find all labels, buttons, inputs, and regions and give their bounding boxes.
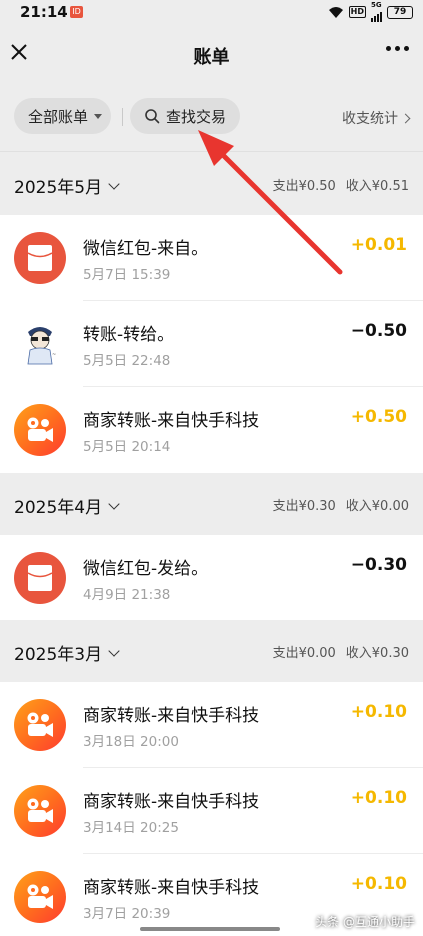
month-section-header[interactable]: 2025年4月 支出¥0.30 收入¥0.00	[0, 473, 423, 535]
caret-down-icon	[94, 113, 103, 119]
all-bills-filter-button[interactable]: 全部账单	[14, 98, 111, 134]
transaction-title: 转账-转给。	[83, 325, 175, 345]
month-section-header[interactable]: 2025年5月 支出¥0.50 收入¥0.51	[0, 153, 423, 215]
filter-bar: 全部账单 查找交易 收支统计	[0, 84, 423, 152]
transaction-time: 5月5日 20:14	[83, 439, 171, 455]
transaction-amount: +0.01	[350, 235, 407, 255]
notification-badge-icon: ID	[70, 6, 83, 18]
transaction-amount: −0.50	[350, 321, 407, 341]
chevron-right-icon	[400, 113, 411, 123]
chevron-down-icon	[108, 497, 120, 510]
transaction-row[interactable]: 商家转账-来自快手科技 5月5日 20:14 +0.50	[0, 387, 423, 473]
transaction-title: 商家转账-来自快手科技	[83, 878, 260, 898]
transaction-row[interactable]: ~ 转账-转给。 5月5日 22:48 −0.50	[0, 301, 423, 387]
search-label: 查找交易	[166, 107, 227, 126]
transaction-title: 商家转账-来自快手科技	[83, 411, 260, 431]
kuaishou-logo-icon	[14, 785, 66, 837]
kuaishou-logo-icon	[14, 404, 66, 456]
network-type-label: 5G	[371, 1, 382, 9]
month-income: 收入¥0.30	[345, 646, 409, 661]
kuaishou-logo-icon	[14, 871, 66, 923]
status-time: 21:14	[20, 3, 68, 21]
transaction-amount: +0.10	[350, 702, 407, 722]
transaction-amount: +0.50	[350, 407, 407, 427]
transaction-time: 5月7日 15:39	[83, 267, 171, 283]
battery-icon: 79	[387, 5, 413, 19]
month-totals: 支出¥0.00 收入¥0.30	[273, 642, 409, 661]
transaction-title: 微信红包-来自。	[83, 239, 209, 259]
user-avatar: ~	[14, 318, 66, 370]
wifi-icon	[328, 7, 343, 18]
transaction-title: 商家转账-来自快手科技	[83, 792, 260, 812]
transaction-row[interactable]: 微信红包-来自。 5月7日 15:39 +0.01	[0, 215, 423, 301]
transaction-title: 商家转账-来自快手科技	[83, 706, 260, 726]
transaction-row[interactable]: 微信红包-发给。 4月9日 21:38 −0.30	[0, 535, 423, 621]
svg-text:~: ~	[52, 352, 56, 358]
chevron-down-icon	[108, 644, 120, 657]
transaction-amount: +0.10	[350, 788, 407, 808]
transaction-time: 3月7日 20:39	[83, 906, 171, 922]
transaction-amount: −0.30	[350, 555, 407, 575]
home-indicator[interactable]	[140, 927, 280, 931]
filter-divider	[122, 108, 123, 126]
transaction-title: 微信红包-发给。	[83, 559, 209, 579]
month-expense: 支出¥0.50	[272, 179, 336, 194]
income-expense-stats-link[interactable]: 收支统计	[342, 108, 411, 128]
month-expense: 支出¥0.30	[272, 499, 336, 514]
transaction-time: 3月14日 20:25	[83, 820, 179, 836]
red-envelope-icon	[14, 232, 66, 284]
month-label: 2025年5月	[14, 178, 103, 198]
nav-bar: 账单	[0, 26, 423, 84]
transaction-time: 5月5日 22:48	[83, 353, 171, 369]
transaction-row[interactable]: 商家转账-来自快手科技 3月14日 20:25 +0.10	[0, 768, 423, 854]
watermark: 头条 @互通小助手	[315, 915, 415, 929]
transaction-row[interactable]: 商家转账-来自快手科技 3月18日 20:00 +0.10	[0, 682, 423, 768]
transaction-time: 3月18日 20:00	[83, 734, 179, 750]
transaction-amount: +0.10	[350, 874, 407, 894]
red-envelope-icon	[14, 552, 66, 604]
cell-signal-icon: 5G	[371, 2, 382, 22]
more-icon[interactable]	[386, 46, 409, 51]
month-income: 收入¥0.00	[345, 499, 409, 514]
hd-label: HD	[348, 6, 366, 18]
month-label: 2025年4月	[14, 498, 103, 518]
search-transactions-button[interactable]: 查找交易	[130, 98, 240, 134]
month-expense: 支出¥0.00	[272, 646, 336, 661]
all-bills-label: 全部账单	[28, 107, 89, 126]
stats-label: 收支统计	[342, 111, 398, 127]
status-bar: 21:14 ID HD 5G 79	[0, 0, 423, 26]
page-title: 账单	[193, 47, 230, 68]
search-icon	[145, 109, 160, 124]
month-income: 收入¥0.51	[345, 179, 409, 194]
month-section-header[interactable]: 2025年3月 支出¥0.00 收入¥0.30	[0, 620, 423, 682]
kuaishou-logo-icon	[14, 699, 66, 751]
month-totals: 支出¥0.50 收入¥0.51	[273, 175, 409, 194]
chevron-down-icon	[108, 177, 120, 190]
status-indicators: HD 5G 79	[328, 2, 413, 22]
month-label: 2025年3月	[14, 645, 103, 665]
transaction-time: 4月9日 21:38	[83, 587, 171, 603]
month-totals: 支出¥0.30 收入¥0.00	[273, 495, 409, 514]
